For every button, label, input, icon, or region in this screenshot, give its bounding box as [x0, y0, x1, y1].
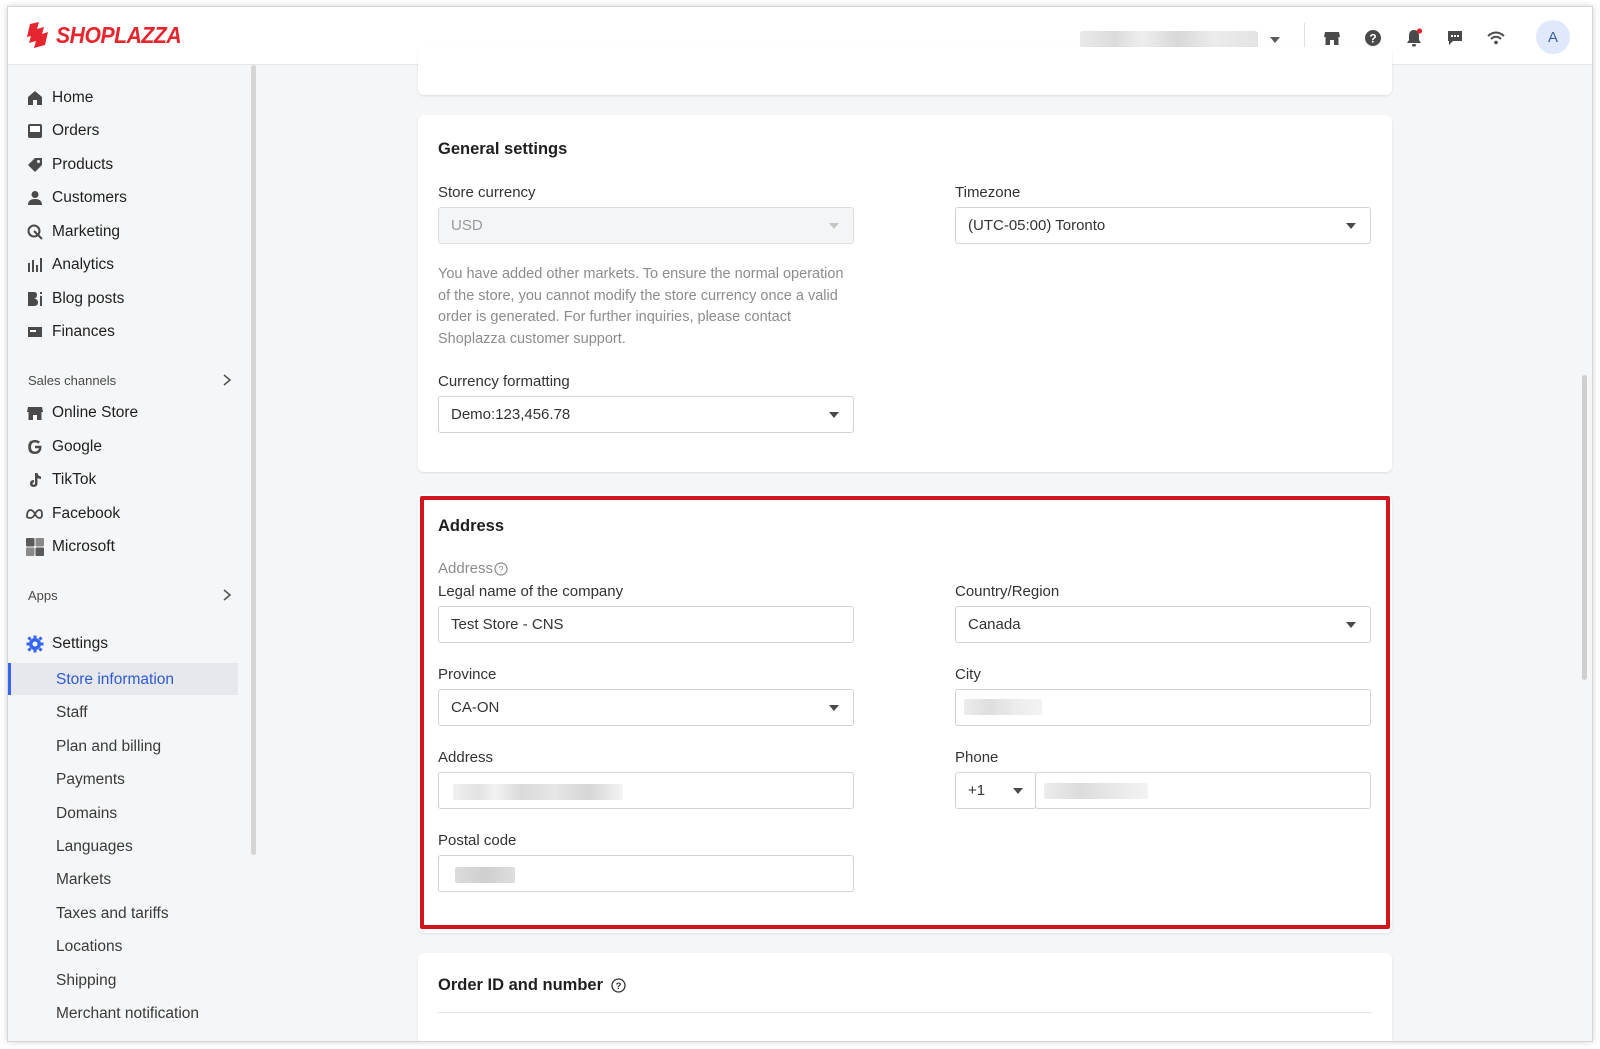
tag-icon: [26, 156, 44, 174]
person-icon: [26, 189, 44, 207]
sidebar-item-label: Microsoft: [52, 538, 115, 555]
sidebar-item-products[interactable]: Products: [26, 150, 113, 180]
currency-formatting-value: Demo:123,456.78: [451, 406, 571, 423]
google-icon: [26, 438, 44, 456]
meta-icon: [26, 505, 44, 523]
chevron-right-icon[interactable]: [222, 373, 232, 387]
microsoft-icon: [26, 538, 44, 556]
sidebar-item-facebook[interactable]: Facebook: [26, 499, 120, 529]
sidebar-subitem-merchant-notification[interactable]: Merchant notification: [56, 1005, 199, 1023]
sidebar-item-label: Products: [52, 156, 114, 173]
sidebar-item-customers[interactable]: Customers: [26, 183, 127, 213]
sidebar-subitem-locations[interactable]: Locations: [56, 938, 122, 956]
sidebar-item-label: TikTok: [52, 471, 97, 488]
sidebar-item-label: Marketing: [52, 223, 121, 240]
apps-label: Apps: [28, 588, 58, 603]
timezone-value: (UTC-05:00) Toronto: [968, 217, 1106, 234]
sidebar-item-marketing[interactable]: Marketing: [26, 217, 120, 247]
sidebar-subitem-shipping[interactable]: Shipping: [56, 972, 116, 990]
sidebar-item-label: Analytics: [52, 256, 115, 273]
currency-formatting-label: Currency formatting: [438, 373, 570, 390]
sidebar-subitem-markets[interactable]: Markets: [56, 871, 111, 889]
finances-icon: [26, 323, 44, 341]
sidebar-subitem-store-information[interactable]: Store information: [56, 671, 174, 689]
home-icon: [26, 89, 44, 107]
order-id-card: [418, 953, 1392, 1041]
timezone-label: Timezone: [955, 184, 1021, 201]
sidebar-item-label: Online Store: [52, 404, 139, 421]
bar-chart-icon: [26, 256, 44, 274]
sidebar-item-online-store[interactable]: Online Store: [26, 398, 138, 428]
sidebar-item-orders[interactable]: Orders: [26, 116, 99, 146]
sidebar-subitem-taxes-and-tariffs[interactable]: Taxes and tariffs: [56, 905, 169, 923]
sidebar-item-tiktok[interactable]: TikTok: [26, 465, 96, 495]
order-id-title: Order ID and number: [438, 976, 604, 994]
logo-mark-icon: [27, 22, 48, 48]
store-currency-select: USD: [438, 207, 854, 244]
tiktok-icon: [26, 471, 44, 489]
sidebar-subitem-payments[interactable]: Payments: [56, 771, 125, 789]
sidebar-item-blog-posts[interactable]: Blog posts: [26, 284, 124, 314]
sidebar-item-google[interactable]: Google: [26, 432, 102, 462]
sidebar-subitem-languages[interactable]: Languages: [56, 838, 133, 856]
sidebar-item-label: Finances: [52, 323, 115, 340]
general-settings-title: General settings: [438, 140, 568, 158]
store-currency-label: Store currency: [438, 184, 536, 201]
chevron-down-icon: [1270, 37, 1280, 43]
avatar[interactable]: A: [1536, 20, 1570, 54]
previous-card: [418, 47, 1392, 95]
sales-channels-label: Sales channels: [28, 373, 117, 388]
sidebar-item-label: Customers: [52, 189, 127, 206]
sidebar-item-finances[interactable]: Finances: [26, 317, 115, 347]
sidebar-scrollbar[interactable]: [251, 65, 256, 855]
sidebar-subitem-staff[interactable]: Staff: [56, 704, 88, 722]
shoplazza-logo[interactable]: SHOPLAZZA: [26, 21, 192, 49]
order-divider: [438, 1012, 1372, 1013]
chat-icon[interactable]: [1444, 27, 1466, 49]
marketing-icon: [26, 223, 44, 241]
chevron-down-icon: [829, 223, 839, 229]
timezone-select[interactable]: (UTC-05:00) Toronto: [955, 207, 1371, 244]
help-icon[interactable]: ?: [611, 978, 626, 993]
svg-text:?: ?: [616, 981, 622, 992]
app-window: SHOPLAZZA ? A Home Orders Products Custo…: [7, 6, 1593, 1042]
sidebar-item-label: Settings: [52, 635, 109, 652]
sidebar-item-label: Home: [52, 89, 94, 106]
chevron-down-icon: [829, 412, 839, 418]
sidebar-item-microsoft[interactable]: Microsoft: [26, 532, 115, 562]
currency-formatting-select[interactable]: Demo:123,456.78: [438, 396, 854, 433]
main-scrollbar[interactable]: [1582, 375, 1587, 680]
chevron-right-icon[interactable]: [222, 588, 232, 602]
address-highlight-box: [420, 496, 1390, 929]
blog-icon: [26, 290, 44, 308]
sidebar-item-settings[interactable]: Settings: [26, 629, 108, 659]
orders-icon: [26, 122, 44, 140]
wifi-icon[interactable]: [1485, 27, 1507, 49]
sidebar-item-analytics[interactable]: Analytics: [26, 250, 114, 280]
logo-text: SHOPLAZZA: [56, 21, 182, 48]
sidebar-item-label: Orders: [52, 122, 100, 139]
sidebar-item-label: Google: [52, 438, 102, 455]
store-icon: [26, 404, 44, 422]
bell-icon[interactable]: [1403, 27, 1425, 49]
sidebar-item-home[interactable]: Home: [26, 83, 93, 113]
gear-icon: [26, 635, 44, 653]
sidebar-item-label: Blog posts: [52, 290, 125, 307]
sidebar-item-label: Facebook: [52, 505, 121, 522]
sidebar-subitem-plan-and-billing[interactable]: Plan and billing: [56, 738, 161, 756]
sidebar-subitem-domains[interactable]: Domains: [56, 805, 117, 823]
svg-text:?: ?: [1369, 32, 1376, 46]
chevron-down-icon: [1346, 223, 1356, 229]
currency-help-text: You have added other markets. To ensure …: [438, 266, 844, 347]
store-currency-value: USD: [451, 217, 483, 234]
order-id-heading: Order ID and number ?: [438, 976, 626, 995]
help-icon[interactable]: ?: [1362, 27, 1384, 49]
store-icon[interactable]: [1321, 27, 1343, 49]
